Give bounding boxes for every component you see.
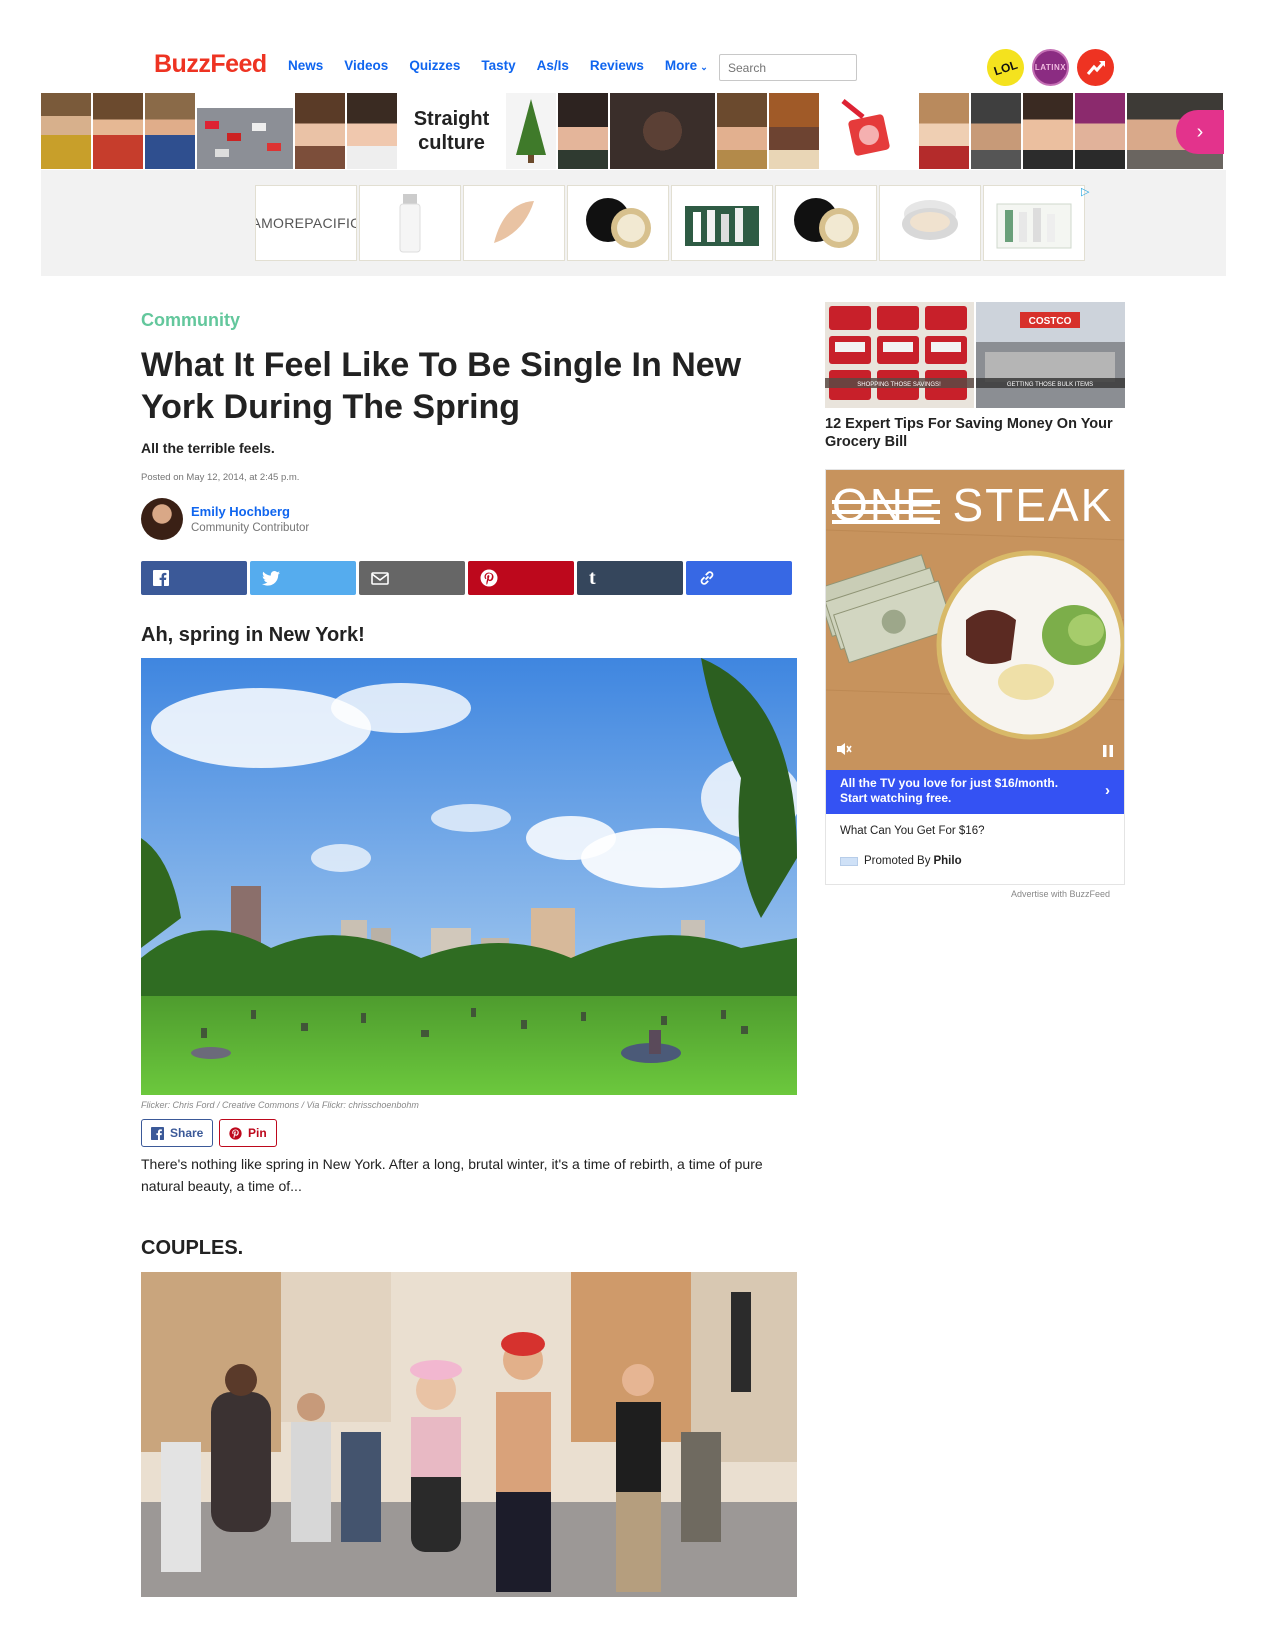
- photo-share-button[interactable]: Share: [141, 1119, 213, 1147]
- cta-text: All the TV you love for just $16/month. …: [840, 776, 1059, 805]
- photo-pin-button[interactable]: Pin: [219, 1119, 277, 1147]
- thumbnail[interactable]: [347, 93, 397, 169]
- share-label: Share: [170, 1126, 204, 1140]
- promoted-by: Promoted By Philo: [840, 855, 962, 867]
- pinterest-icon: [480, 569, 498, 587]
- pause-icon[interactable]: [1102, 744, 1114, 762]
- street-crowd-photo[interactable]: [141, 1272, 797, 1597]
- thumbnail[interactable]: [558, 93, 608, 169]
- latinx-badge[interactable]: LATINX: [1032, 49, 1069, 86]
- thumbnail[interactable]: [41, 93, 91, 169]
- article-paragraph: There's nothing like spring in New York.…: [141, 1156, 763, 1194]
- nav-reviews[interactable]: Reviews: [590, 58, 644, 73]
- thumbnail[interactable]: [821, 93, 917, 169]
- ad-product-image[interactable]: [775, 185, 877, 261]
- chevron-right-icon: ›: [1105, 782, 1110, 799]
- thumbnail[interactable]: [971, 93, 1021, 169]
- promo-cta-button[interactable]: All the TV you love for just $16/month. …: [826, 770, 1124, 814]
- strikethrough-lines: [832, 500, 940, 524]
- copy-link-button[interactable]: [686, 561, 792, 595]
- trending-icon[interactable]: [1077, 49, 1114, 86]
- caption: GETTING THOSE BULK ITEMS: [1007, 382, 1093, 388]
- ad-tiles: AMOREPACIFIC: [255, 185, 1087, 261]
- play-triangle-icon[interactable]: ▷: [1081, 185, 1089, 198]
- ad-banner[interactable]: AMOREPACIFIC ▷: [41, 170, 1226, 276]
- thumbnail[interactable]: [1075, 93, 1125, 169]
- central-park-photo[interactable]: [141, 658, 797, 1095]
- ad-product-image[interactable]: [463, 185, 565, 261]
- facebook-share-button[interactable]: [141, 561, 247, 595]
- nav-videos[interactable]: Videos: [344, 58, 388, 73]
- promoted-by-label: Promoted By: [864, 855, 931, 867]
- thumbnail[interactable]: [717, 93, 767, 169]
- photo-credit[interactable]: Flicker: Chris Ford / Creative Commons /…: [141, 1100, 419, 1110]
- email-icon: [371, 571, 389, 585]
- tumblr-icon: t: [589, 566, 596, 589]
- author-name[interactable]: Emily Hochberg: [191, 504, 290, 519]
- pinterest-share-button[interactable]: [468, 561, 574, 595]
- ad-product-image[interactable]: [879, 185, 981, 261]
- site-header: BuzzFeed News Videos Quizzes Tasty As/Is…: [0, 0, 1275, 92]
- thumbnail[interactable]: [769, 93, 819, 169]
- mute-icon[interactable]: [836, 742, 852, 759]
- buzzfeed-logo[interactable]: BuzzFeed: [154, 50, 267, 79]
- link-icon: [698, 569, 716, 587]
- promoted-video-ad[interactable]: ONE STEAK All the TV you love for just $…: [825, 469, 1125, 885]
- lol-badge[interactable]: LOL: [982, 44, 1029, 91]
- category-label[interactable]: Community: [141, 310, 240, 331]
- related-article-image[interactable]: SHOPPING THOSE SAVINGS! COSTCO GETTING T…: [825, 302, 1125, 408]
- thumbnail[interactable]: [610, 93, 715, 169]
- twitter-share-button[interactable]: [250, 561, 356, 595]
- thumbnail[interactable]: [145, 93, 195, 169]
- straight-culture-tile[interactable]: Straight culture: [399, 93, 504, 169]
- nav-news[interactable]: News: [288, 58, 323, 73]
- section-heading: Ah, spring in New York!: [141, 624, 365, 646]
- sponsor-name[interactable]: Philo: [933, 855, 961, 867]
- nav-as-is[interactable]: As/Is: [537, 58, 569, 73]
- tumblr-share-button[interactable]: t: [577, 561, 683, 595]
- facebook-icon: [151, 1126, 164, 1140]
- nav-more[interactable]: More ⌄: [665, 58, 708, 73]
- caption: SHOPPING THOSE SAVINGS!: [857, 382, 941, 388]
- ad-product-image[interactable]: [983, 185, 1085, 261]
- nav-quizzes[interactable]: Quizzes: [409, 58, 460, 73]
- headline-word: STEAK: [952, 479, 1114, 531]
- pinterest-icon: [229, 1126, 242, 1140]
- post-timestamp: Posted on May 12, 2014, at 2:45 p.m.: [141, 472, 300, 483]
- twitter-icon: [262, 570, 280, 586]
- chevron-right-icon[interactable]: ›: [1176, 110, 1224, 154]
- ad-product-image[interactable]: [671, 185, 773, 261]
- thumbnail[interactable]: [919, 93, 969, 169]
- promo-video[interactable]: ONE STEAK: [826, 470, 1124, 770]
- advertise-link[interactable]: Advertise with BuzzFeed: [1011, 889, 1110, 899]
- trending-thumbnail-strip: Straight culture: [41, 93, 1226, 169]
- thumbnail[interactable]: [295, 93, 345, 169]
- thumbnail[interactable]: [506, 93, 556, 169]
- email-share-button[interactable]: [359, 561, 465, 595]
- chevron-down-icon: ⌄: [700, 62, 708, 72]
- facebook-icon: [153, 570, 169, 586]
- promo-question[interactable]: What Can You Get For $16?: [840, 825, 984, 837]
- author-role: Community Contributor: [191, 522, 310, 534]
- main-nav: News Videos Quizzes Tasty As/Is Reviews …: [288, 58, 729, 73]
- ad-product-image[interactable]: [359, 185, 461, 261]
- article-dek: All the terrible feels.: [141, 440, 275, 456]
- section-heading: COUPLES.: [141, 1237, 244, 1259]
- avatar[interactable]: [141, 498, 183, 540]
- ad-brand-logo[interactable]: AMOREPACIFIC: [255, 185, 357, 261]
- pin-label: Pin: [248, 1126, 267, 1140]
- nav-more-label: More: [664, 58, 698, 73]
- related-article-title[interactable]: 12 Expert Tips For Saving Money On Your …: [825, 415, 1125, 451]
- svg-text:COSTCO: COSTCO: [1029, 316, 1072, 327]
- thumbnail[interactable]: [1023, 93, 1073, 169]
- article-title: What It Feel Like To Be Single In New Yo…: [141, 346, 742, 426]
- nav-tasty[interactable]: Tasty: [481, 58, 515, 73]
- share-bar: t: [141, 561, 795, 595]
- thumbnail[interactable]: [93, 93, 143, 169]
- sponsor-logo-icon: [840, 856, 858, 866]
- ad-product-image[interactable]: [567, 185, 669, 261]
- thumbnail[interactable]: [197, 93, 293, 169]
- search-input[interactable]: [719, 54, 857, 81]
